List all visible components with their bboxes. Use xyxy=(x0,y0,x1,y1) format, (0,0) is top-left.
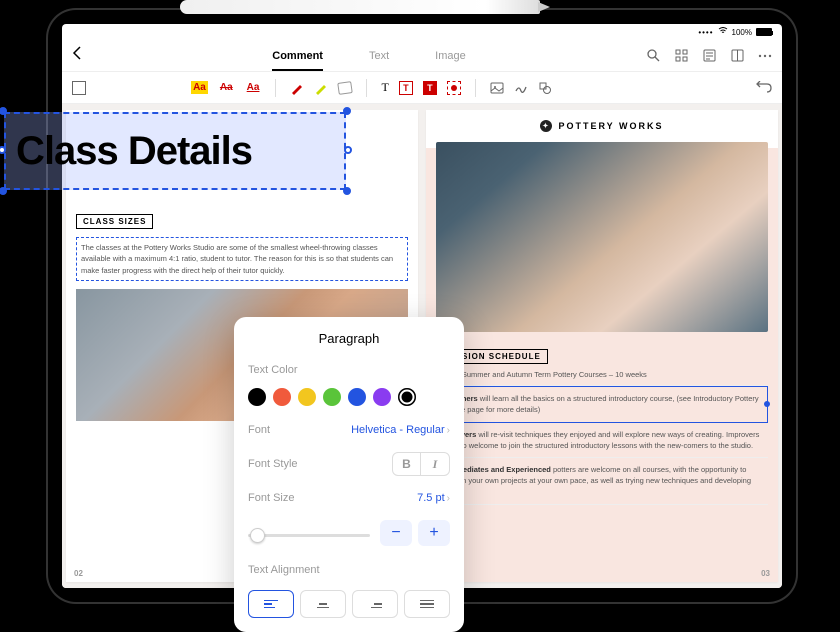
status-bar: •••• 100% xyxy=(62,24,782,40)
chevron-right-icon: › xyxy=(447,493,450,504)
color-purple[interactable] xyxy=(373,388,391,406)
text-tool[interactable]: T xyxy=(381,80,388,95)
align-center-button[interactable] xyxy=(300,590,346,618)
signature-tool-icon[interactable] xyxy=(514,81,528,95)
resize-handle-br[interactable] xyxy=(343,187,351,195)
font-size-value[interactable]: 7.5 pt› xyxy=(417,492,450,504)
color-swatches xyxy=(248,388,450,406)
schedule-beginners[interactable]: Beginners will learn all the basics on a… xyxy=(436,386,768,423)
textbox-filled-tool[interactable]: T xyxy=(423,81,437,95)
search-icon[interactable] xyxy=(646,49,660,63)
strikethrough-tool[interactable]: Aa xyxy=(218,81,235,94)
battery-percent: 100% xyxy=(732,28,752,37)
select-tool-icon[interactable] xyxy=(72,81,86,95)
color-black[interactable] xyxy=(248,388,266,406)
pen-tool-icon[interactable] xyxy=(290,81,304,95)
textbox-dashed-tool[interactable] xyxy=(447,81,461,95)
decrease-size-button[interactable]: − xyxy=(380,520,412,546)
color-green[interactable] xyxy=(323,388,341,406)
brand-name: POTTERY WORKS xyxy=(558,121,663,131)
alignment-label: Text Alignment xyxy=(248,564,320,576)
book-icon[interactable] xyxy=(730,49,744,63)
schedule-improvers[interactable]: Improvers will re-visit techniques they … xyxy=(436,423,768,459)
tab-image[interactable]: Image xyxy=(435,50,466,62)
font-label: Font xyxy=(248,424,270,436)
schedule-intermediates[interactable]: Intermediates and Experienced potters ar… xyxy=(436,458,768,505)
class-sizes-body[interactable]: The classes at the Pottery Works Studio … xyxy=(76,237,408,281)
textbox-outline-tool[interactable]: T xyxy=(399,81,413,95)
bold-button[interactable]: B xyxy=(393,453,421,475)
chevron-right-icon: › xyxy=(447,425,450,436)
selected-text-content[interactable]: Class Details xyxy=(16,129,252,174)
stamp-tool-icon[interactable] xyxy=(338,81,354,95)
grid-icon[interactable] xyxy=(674,49,688,63)
underline-tool[interactable]: Aa xyxy=(245,81,262,94)
schedule-intro: Spring, Summer and Autumn Term Pottery C… xyxy=(436,364,768,386)
color-blue[interactable] xyxy=(348,388,366,406)
tab-comment[interactable]: Comment xyxy=(272,50,323,62)
shape-tool-icon[interactable] xyxy=(538,81,552,95)
back-button[interactable] xyxy=(72,46,92,65)
font-selector[interactable]: Helvetica - Regular› xyxy=(351,424,450,436)
resize-handle-mr[interactable] xyxy=(344,146,352,154)
italic-button[interactable]: I xyxy=(421,453,449,475)
color-yellow[interactable] xyxy=(298,388,316,406)
paragraph-popover: Paragraph Text Color Font Helvetica - Re… xyxy=(234,317,464,632)
brand-logo: ✦ POTTERY WORKS xyxy=(436,120,768,132)
color-custom[interactable] xyxy=(398,388,416,406)
more-icon[interactable] xyxy=(758,49,772,63)
font-size-slider[interactable] xyxy=(248,534,370,537)
note-icon[interactable] xyxy=(702,49,716,63)
tab-text[interactable]: Text xyxy=(369,50,389,62)
page-number-right: 03 xyxy=(761,569,770,578)
mug-photo xyxy=(436,142,768,332)
app-header: Comment Text Image xyxy=(62,40,782,72)
page-right[interactable]: ✦ POTTERY WORKS SESSION SCHEDULE Spring,… xyxy=(426,110,778,582)
undo-button[interactable] xyxy=(756,80,772,96)
resize-handle-tr[interactable] xyxy=(343,107,351,115)
apple-pencil xyxy=(180,0,540,14)
align-right-button[interactable] xyxy=(352,590,398,618)
text-color-label: Text Color xyxy=(248,364,298,376)
highlight-tool[interactable]: Aa xyxy=(191,81,208,94)
signal-icon: •••• xyxy=(698,28,713,37)
font-size-label: Font Size xyxy=(248,492,294,504)
wifi-icon xyxy=(718,27,728,37)
logo-icon: ✦ xyxy=(540,120,552,132)
align-justify-button[interactable] xyxy=(404,590,450,618)
font-style-label: Font Style xyxy=(248,458,298,470)
battery-icon xyxy=(756,28,772,36)
selected-text-box[interactable]: Class Details xyxy=(4,112,346,190)
slider-thumb[interactable] xyxy=(250,528,265,543)
page-number-left: 02 xyxy=(74,569,83,578)
toolbar: Aa Aa Aa T T T xyxy=(62,72,782,104)
increase-size-button[interactable]: + xyxy=(418,520,450,546)
color-red[interactable] xyxy=(273,388,291,406)
align-left-button[interactable] xyxy=(248,590,294,618)
image-tool-icon[interactable] xyxy=(490,81,504,95)
class-sizes-heading: CLASS SIZES xyxy=(76,214,153,229)
resize-handle-bl[interactable] xyxy=(0,187,7,195)
marker-tool-icon[interactable] xyxy=(314,81,328,95)
popover-title: Paragraph xyxy=(248,331,450,346)
